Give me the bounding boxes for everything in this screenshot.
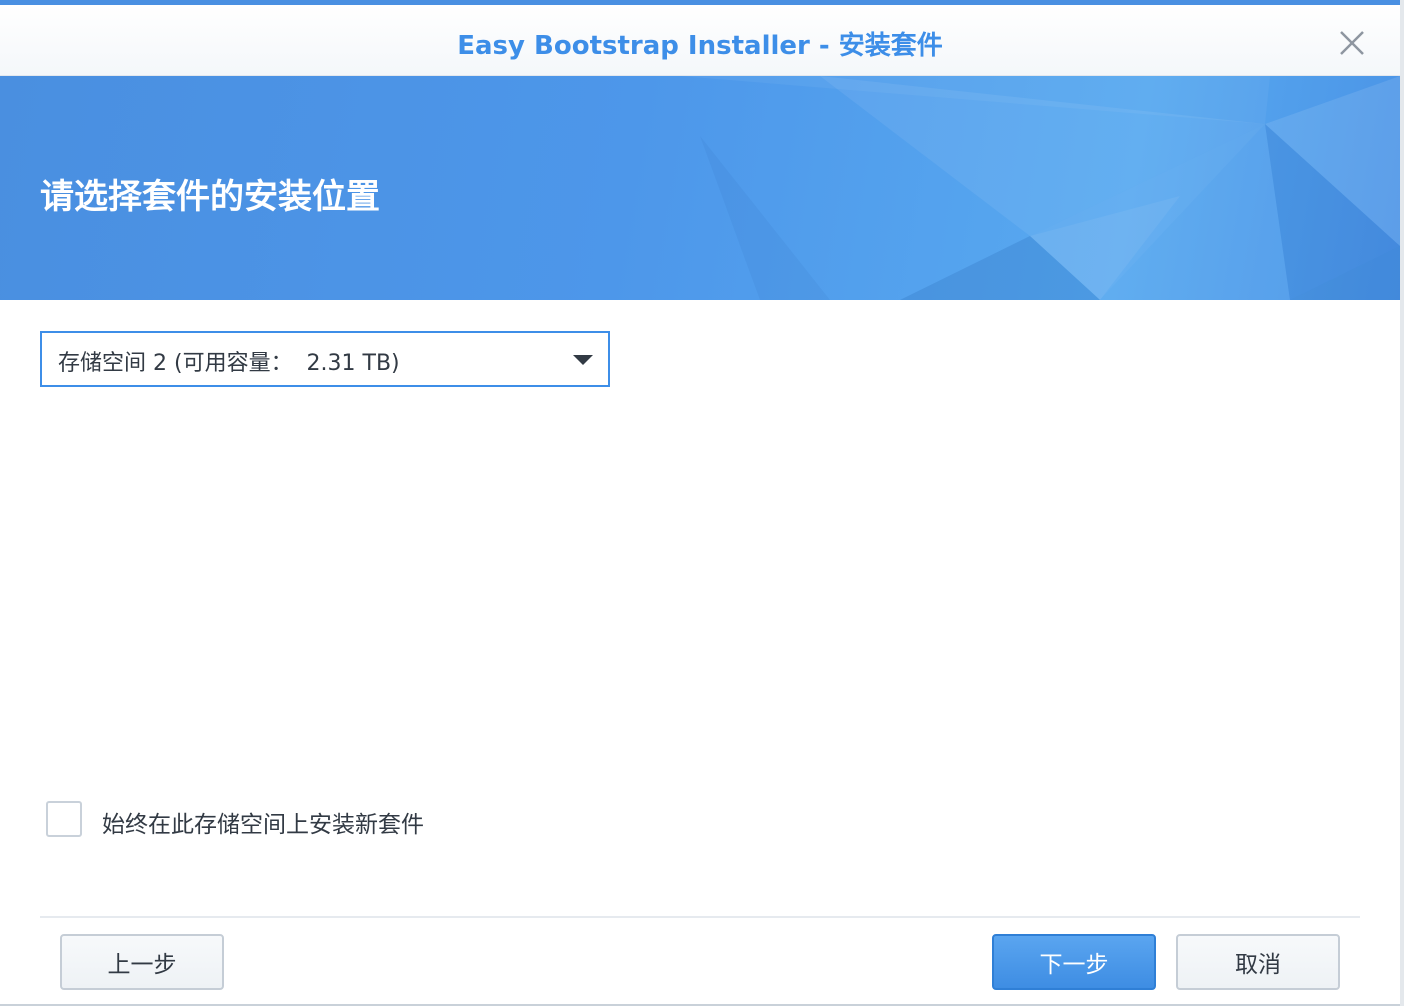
- always-install-label[interactable]: 始终在此存储空间上安装新套件: [102, 805, 424, 839]
- back-button[interactable]: 上一步: [60, 934, 224, 990]
- dialog-title: Easy Bootstrap Installer - 安装套件: [457, 31, 943, 61]
- install-package-dialog: Easy Bootstrap Installer - 安装套件 请选择套件的安装…: [0, 0, 1400, 1006]
- dropdown-arrow-icon[interactable]: [573, 355, 593, 365]
- banner-heading: 请选择套件的安装位置: [40, 177, 380, 217]
- close-icon[interactable]: [1336, 27, 1368, 59]
- cancel-button[interactable]: 取消: [1176, 934, 1340, 990]
- volume-select[interactable]: 存储空间 2 (可用容量： 2.31 TB): [40, 331, 610, 387]
- next-button[interactable]: 下一步: [992, 934, 1156, 990]
- dialog-titlebar: Easy Bootstrap Installer - 安装套件: [0, 5, 1400, 76]
- volume-select-value: 存储空间 2 (可用容量： 2.31 TB): [58, 351, 400, 376]
- footer-divider: [40, 916, 1360, 918]
- always-install-checkbox[interactable]: [46, 801, 82, 837]
- header-banner: 请选择套件的安装位置: [0, 76, 1400, 300]
- background-window-edge: [1400, 0, 1404, 1006]
